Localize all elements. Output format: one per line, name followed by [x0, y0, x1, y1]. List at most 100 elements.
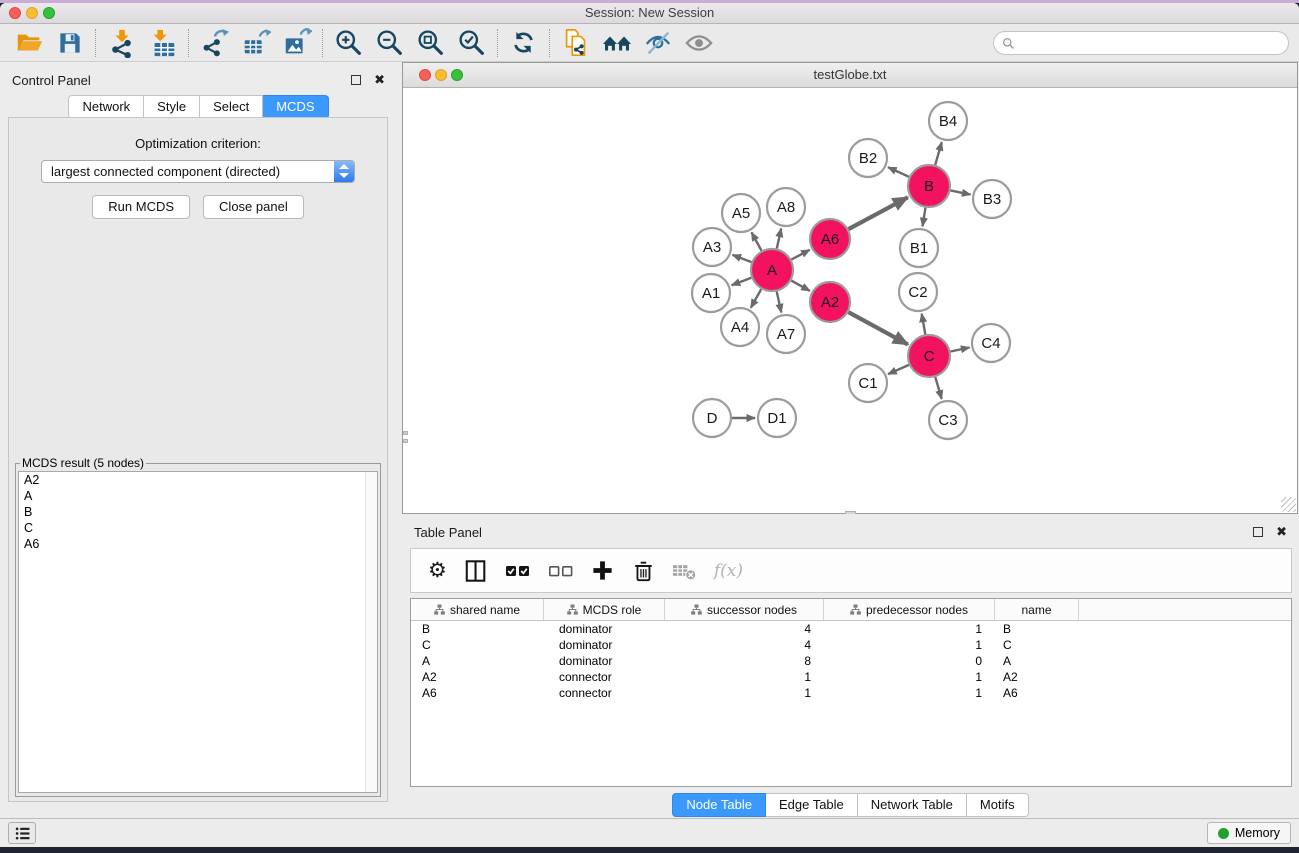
export-table-button[interactable]: [235, 26, 276, 60]
tab-mcds[interactable]: MCDS: [263, 95, 328, 119]
minimize-network-button[interactable]: [435, 69, 447, 81]
column-header-MCDS-role[interactable]: MCDS role: [544, 599, 665, 620]
hide-selected-button[interactable]: [637, 26, 678, 60]
graph-edge-B-B4[interactable]: [935, 142, 942, 165]
import-table-button[interactable]: [142, 26, 183, 60]
home-view-button[interactable]: [596, 26, 637, 60]
toolbar-separator: [549, 29, 550, 57]
run-mcds-button[interactable]: Run MCDS: [92, 195, 190, 219]
splitter-mark: [403, 431, 408, 435]
table-cell: 8: [665, 654, 824, 668]
network-canvas[interactable]: B4B2BB3A5A8A6A3B1AA1C2A2A4A7CC4C1C3DD1: [403, 88, 1297, 513]
scrollbar-track[interactable]: [365, 472, 377, 792]
list-item[interactable]: C: [19, 520, 377, 536]
graph-edge-B-B1[interactable]: [923, 208, 926, 227]
zoom-out-button[interactable]: [369, 26, 410, 60]
graph-node-label: D: [707, 410, 718, 427]
unselect-all-icon[interactable]: [548, 559, 574, 583]
close-network-button[interactable]: [419, 69, 431, 81]
close-panel-icon[interactable]: ✖: [374, 75, 385, 85]
float-panel-icon[interactable]: [1253, 527, 1263, 537]
graph-edge-A-A1[interactable]: [732, 278, 752, 285]
column-view-icon[interactable]: [464, 559, 488, 583]
graph-edge-A-A4[interactable]: [751, 289, 761, 308]
memory-button[interactable]: Memory: [1207, 822, 1291, 844]
splitter-mark: [403, 439, 408, 443]
resize-grip[interactable]: [1281, 497, 1296, 512]
column-header-predecessor-nodes[interactable]: predecessor nodes: [824, 599, 995, 620]
graph-edge-B-B2[interactable]: [888, 167, 909, 177]
tab-motifs[interactable]: Motifs: [967, 793, 1029, 817]
table-row[interactable]: A6connector11A6: [411, 685, 1291, 701]
float-panel-icon[interactable]: [351, 75, 361, 85]
open-file-button[interactable]: [8, 26, 49, 60]
save-session-button[interactable]: [49, 26, 90, 60]
graph-edge-B-B3[interactable]: [951, 190, 971, 194]
tab-edge-table[interactable]: Edge Table: [766, 793, 858, 817]
graph-edge-A-A5[interactable]: [752, 232, 762, 250]
graph-node-label: A1: [702, 285, 720, 302]
tab-node-table[interactable]: Node Table: [672, 793, 766, 817]
import-network-button[interactable]: [101, 26, 142, 60]
zoom-in-button[interactable]: [328, 26, 369, 60]
table-cell: connector: [544, 670, 665, 684]
graph-edge-A2-C[interactable]: [848, 312, 908, 344]
optimization-criterion-dropdown[interactable]: largest connected component (directed): [41, 160, 355, 183]
list-item[interactable]: A: [19, 488, 377, 504]
graph-edge-A-A2[interactable]: [791, 281, 810, 291]
export-network-button[interactable]: [194, 26, 235, 60]
graph-edge-A-A6[interactable]: [791, 250, 809, 260]
tab-select[interactable]: Select: [200, 95, 263, 119]
export-image-button[interactable]: [276, 26, 317, 60]
list-item[interactable]: A2: [19, 472, 377, 488]
tab-network[interactable]: Network: [68, 95, 144, 119]
table-cell: B: [411, 622, 544, 636]
settings-gear-icon[interactable]: ⚙: [428, 560, 447, 582]
zoom-network-button[interactable]: [451, 69, 463, 81]
clone-network-button[interactable]: [555, 26, 596, 60]
column-header-name[interactable]: name: [995, 599, 1079, 620]
search-input[interactable]: [1021, 36, 1280, 51]
table-cell: dominator: [544, 638, 665, 652]
list-item[interactable]: A6: [19, 536, 377, 552]
zoom-fit-button[interactable]: [410, 26, 451, 60]
graph-edge-C-C3[interactable]: [935, 377, 941, 399]
graph-edge-A-A3[interactable]: [733, 255, 752, 262]
graph-edge-A-A8[interactable]: [777, 229, 781, 249]
graph-edge-C-C4[interactable]: [951, 348, 970, 352]
task-history-button[interactable]: [8, 822, 36, 844]
show-selected-button[interactable]: [678, 26, 719, 60]
houses-icon: [602, 28, 632, 58]
graph-edge-C-C1[interactable]: [888, 365, 909, 374]
tree-icon: [567, 604, 578, 615]
open-folder-icon: [14, 28, 44, 58]
zoom-selected-button[interactable]: [451, 26, 492, 60]
close-panel-button[interactable]: Close panel: [203, 195, 304, 219]
minimize-window-button[interactable]: [26, 7, 38, 19]
table-row[interactable]: Bdominator41B: [411, 621, 1291, 637]
close-panel-icon[interactable]: ✖: [1276, 527, 1287, 537]
select-all-icon[interactable]: [505, 559, 531, 583]
list-item[interactable]: B: [19, 504, 377, 520]
column-header-successor-nodes[interactable]: successor nodes: [665, 599, 824, 620]
refresh-icon: [510, 29, 537, 56]
column-header-shared-name[interactable]: shared name: [411, 599, 544, 620]
tab-style[interactable]: Style: [144, 95, 200, 119]
zoom-window-button[interactable]: [43, 7, 55, 19]
table-row[interactable]: A2connector11A2: [411, 669, 1291, 685]
graph-node-label: B3: [983, 191, 1001, 208]
add-column-icon[interactable]: [591, 559, 614, 582]
toolbar-separator: [322, 29, 323, 57]
graph-edge-A-A7[interactable]: [777, 292, 782, 313]
refresh-button[interactable]: [503, 26, 544, 60]
table-row[interactable]: Adominator80A: [411, 653, 1291, 669]
close-window-button[interactable]: [9, 7, 21, 19]
graph-edge-C-C2[interactable]: [922, 314, 926, 335]
graph-edge-A6-B[interactable]: [849, 197, 908, 229]
delete-column-icon[interactable]: [631, 559, 655, 583]
table-panel: Table Panel ✖ ⚙ f(x) shared name MCDS ro…: [402, 514, 1299, 818]
tab-network-table[interactable]: Network Table: [858, 793, 967, 817]
zoom-selected-icon: [457, 28, 486, 57]
table-row[interactable]: Cdominator41C: [411, 637, 1291, 653]
graph-node-label: B2: [859, 150, 877, 167]
